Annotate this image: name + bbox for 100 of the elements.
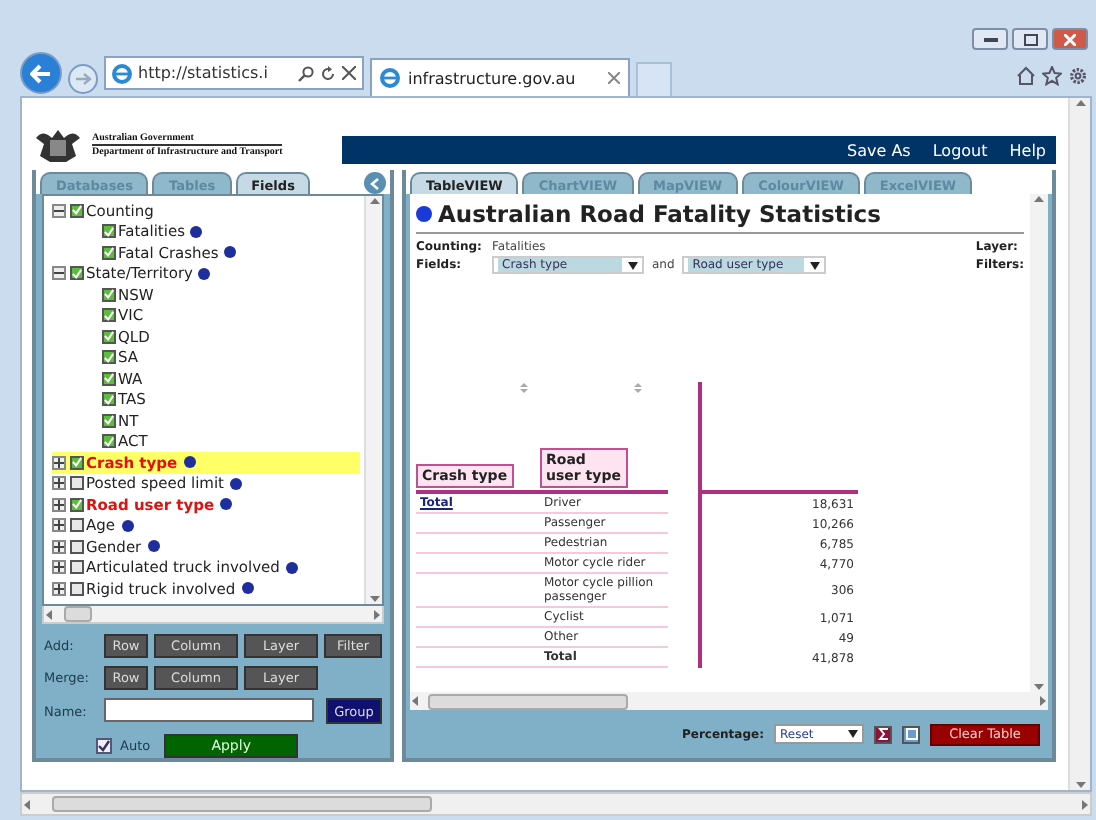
- check-icon: [72, 498, 82, 511]
- scroll-thumb[interactable]: [52, 796, 432, 812]
- sum-button[interactable]: [874, 725, 892, 743]
- sigma-icon: [877, 728, 889, 740]
- checkbox[interactable]: [102, 245, 116, 260]
- browser-icon: [380, 68, 400, 88]
- search-icon[interactable]: [298, 65, 314, 81]
- close-button[interactable]: [1052, 28, 1088, 50]
- name-field[interactable]: [104, 698, 314, 722]
- maximize-button[interactable]: [1012, 28, 1048, 50]
- check-icon: [72, 204, 82, 217]
- nav-link[interactable]: Help: [1009, 141, 1046, 159]
- browser-icon: [112, 63, 132, 83]
- expand-icon[interactable]: [52, 497, 66, 512]
- checkbox[interactable]: [102, 287, 116, 302]
- square-button[interactable]: [902, 725, 920, 743]
- up-arrow-icon[interactable]: [1034, 194, 1044, 204]
- checkbox[interactable]: [102, 350, 116, 365]
- checkbox[interactable]: [70, 497, 84, 512]
- info-icon[interactable]: [230, 477, 242, 490]
- scroll-thumb[interactable]: [64, 606, 92, 622]
- caret-icon: [848, 730, 858, 738]
- expand-icon[interactable]: [52, 539, 66, 554]
- down-arrow-icon[interactable]: [1034, 682, 1044, 692]
- scrollbar[interactable]: [1068, 98, 1090, 790]
- checkbox[interactable]: [70, 203, 84, 218]
- checkbox[interactable]: [102, 329, 116, 344]
- info-icon[interactable]: [416, 206, 432, 222]
- expand-icon[interactable]: [52, 581, 66, 596]
- nav-link[interactable]: Logout: [932, 141, 988, 159]
- back-arrow-icon: [30, 63, 52, 83]
- checkbox[interactable]: [102, 308, 116, 323]
- expand-icon[interactable]: [52, 518, 66, 533]
- down-arrow-icon[interactable]: [369, 594, 379, 604]
- info-icon[interactable]: [121, 519, 134, 532]
- scroll-thumb[interactable]: [428, 693, 628, 709]
- info-icon[interactable]: [190, 225, 203, 238]
- browser-tab[interactable]: infrastructure.gov.au: [370, 58, 630, 96]
- crest-drawing: [32, 126, 84, 166]
- scrollbar[interactable]: [42, 606, 384, 624]
- info-icon[interactable]: [224, 246, 237, 259]
- info-icon[interactable]: [285, 561, 298, 574]
- scrollbar[interactable]: [364, 196, 382, 604]
- checkbox[interactable]: [70, 455, 84, 470]
- checkbox[interactable]: [70, 560, 84, 575]
- minimize-button[interactable]: [972, 28, 1008, 50]
- tab-title: infrastructure.gov.au: [408, 69, 578, 87]
- right-arrow-icon[interactable]: [372, 609, 382, 619]
- checkbox[interactable]: [70, 266, 84, 281]
- check-icon: [72, 267, 82, 280]
- expand-icon[interactable]: [52, 560, 66, 575]
- page-title: Australian Road Fatality Statistics: [438, 200, 881, 228]
- caret-icon: [810, 261, 821, 269]
- info-icon[interactable]: [147, 540, 160, 553]
- nav-link[interactable]: Save As: [847, 141, 911, 159]
- caret-icon: [628, 261, 638, 269]
- collapse-icon[interactable]: [52, 266, 66, 281]
- left-arrow-icon[interactable]: [44, 609, 54, 619]
- settings-icon[interactable]: [1068, 66, 1088, 86]
- refresh-icon[interactable]: [320, 65, 336, 81]
- down-arrow-icon[interactable]: [1075, 780, 1085, 790]
- checkbox[interactable]: [70, 581, 84, 596]
- right-arrow-icon[interactable]: [1038, 696, 1048, 706]
- address-text: http://statistics.i: [138, 64, 270, 82]
- info-icon[interactable]: [183, 456, 196, 469]
- checkbox[interactable]: [70, 539, 84, 554]
- close-icon: [1064, 33, 1076, 45]
- checkbox[interactable]: [102, 392, 116, 407]
- info-icon[interactable]: [198, 267, 211, 280]
- address-bar[interactable]: http://statistics.i: [104, 56, 364, 90]
- auto-checkbox[interactable]: [96, 738, 112, 754]
- scrollbar[interactable]: [20, 792, 1092, 816]
- left-arrow-icon[interactable]: [410, 696, 420, 706]
- collapse-icon[interactable]: [52, 203, 66, 218]
- scrollbar[interactable]: [410, 692, 1048, 710]
- close-icon[interactable]: [342, 66, 356, 80]
- square-icon: [905, 728, 917, 740]
- scrollbar[interactable]: [1030, 194, 1048, 692]
- expand-icon[interactable]: [52, 455, 66, 470]
- left-arrow-icon[interactable]: [22, 799, 32, 809]
- right-arrow-icon[interactable]: [1080, 799, 1090, 809]
- checkbox[interactable]: [102, 224, 116, 239]
- back-button[interactable]: [20, 52, 62, 94]
- home-icon[interactable]: [1016, 66, 1036, 86]
- up-arrow-icon[interactable]: [1075, 98, 1085, 108]
- star-icon[interactable]: [1042, 66, 1062, 86]
- checkbox[interactable]: [70, 476, 84, 491]
- checkbox[interactable]: [102, 371, 116, 386]
- up-arrow-icon[interactable]: [369, 196, 379, 206]
- expand-icon[interactable]: [52, 476, 66, 491]
- maximize-icon: [1023, 33, 1037, 45]
- info-icon[interactable]: [220, 498, 233, 511]
- checkbox[interactable]: [102, 434, 116, 449]
- close-icon[interactable]: [608, 72, 620, 84]
- info-icon[interactable]: [241, 582, 254, 595]
- check-icon: [72, 456, 82, 469]
- collapse-button[interactable]: [364, 172, 386, 194]
- checkbox[interactable]: [70, 518, 84, 533]
- checkbox[interactable]: [102, 413, 116, 428]
- check-icon: [98, 740, 110, 752]
